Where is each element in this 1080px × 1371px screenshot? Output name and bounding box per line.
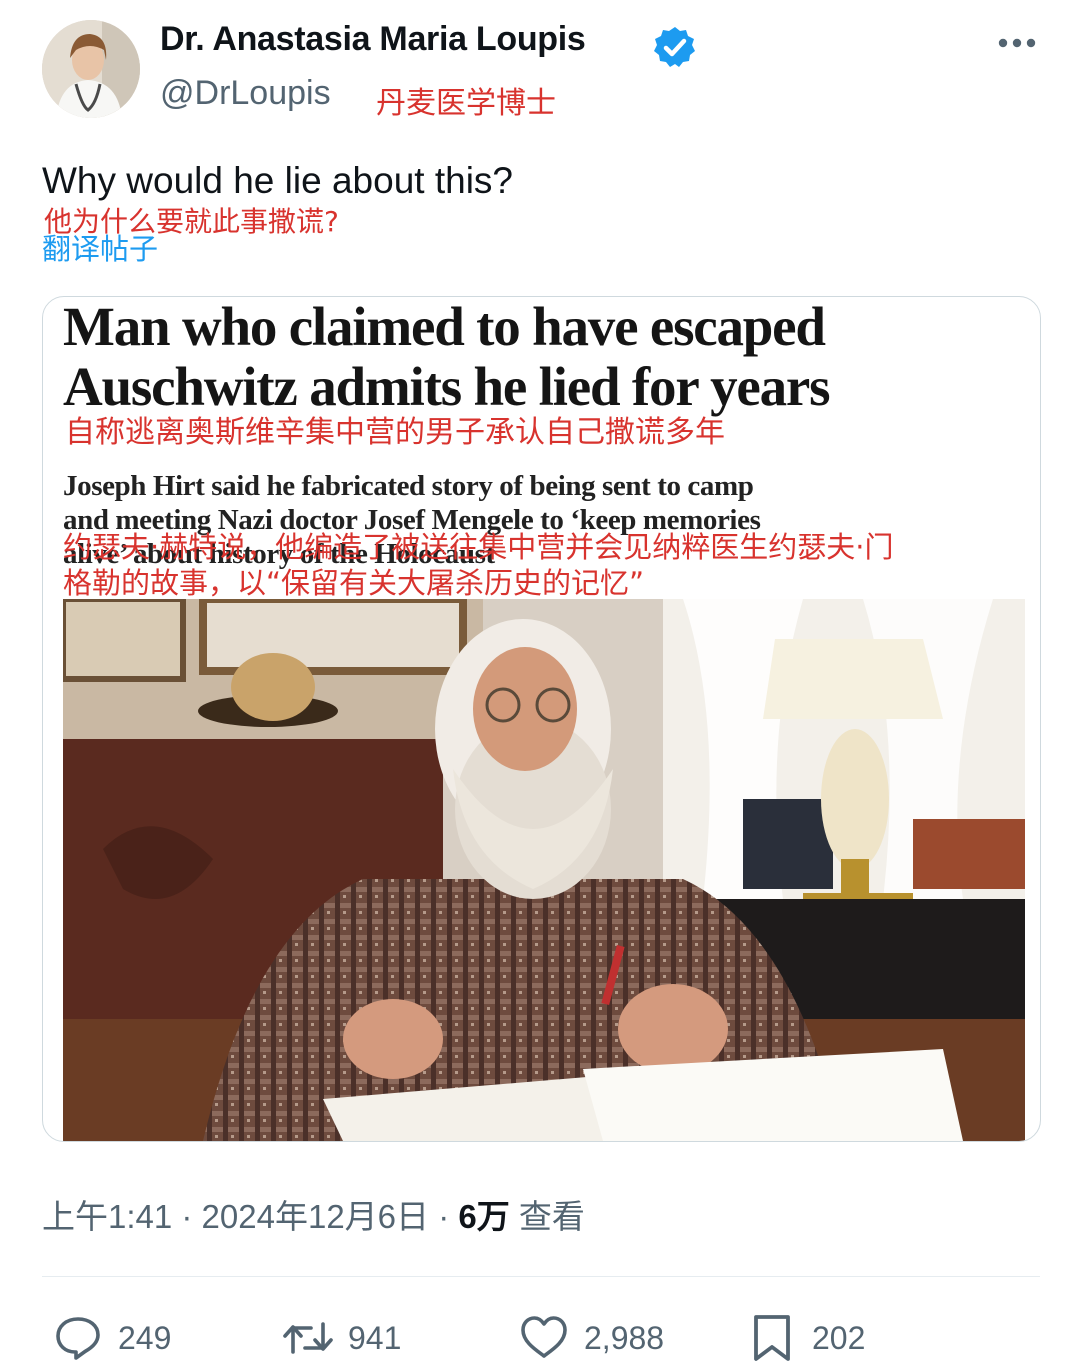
- media-headline-translation: 自称逃离奥斯维辛集中营的男子承认自己撒谎多年: [65, 415, 725, 450]
- media-standfirst-translation-line1: 约瑟夫·赫特说，他编造了被送往集中营并会见纳粹医生约瑟夫·门: [63, 530, 894, 564]
- verified-badge-icon: [654, 27, 695, 67]
- reply-button[interactable]: 249: [52, 1312, 171, 1364]
- avatar[interactable]: [42, 20, 140, 118]
- more-icon[interactable]: [996, 32, 1038, 54]
- repost-count: 941: [348, 1319, 402, 1356]
- media-headline: Man who claimed to have escaped Auschwit…: [63, 296, 831, 417]
- reply-icon: [56, 1317, 100, 1360]
- tweet-timestamp[interactable]: 上午1:41 · 2024年12月6日 · 6万 查看: [42, 1190, 585, 1238]
- reply-count: 249: [118, 1319, 172, 1356]
- tweet-text: Why would he lie about this?: [42, 160, 513, 201]
- media-headline-line1: Man who claimed to have escaped: [63, 296, 826, 357]
- media-card[interactable]: Man who claimed to have escaped Auschwit…: [42, 296, 1041, 1142]
- author-handle[interactable]: @DrLoupis: [160, 74, 331, 113]
- bookmark-button[interactable]: 202: [746, 1312, 865, 1364]
- media-photo: [63, 599, 1025, 1141]
- author-name[interactable]: Dr. Anastasia Maria Loupis: [160, 20, 586, 59]
- views-label: 查看: [509, 1198, 585, 1235]
- like-count: 2,988: [584, 1319, 665, 1356]
- divider: [42, 1276, 1040, 1277]
- avatar-image: [42, 20, 140, 118]
- like-icon: [521, 1316, 567, 1358]
- media-standfirst-line1: Joseph Hirt said he fabricated story of …: [63, 470, 754, 502]
- views-count: 6万: [458, 1198, 510, 1235]
- repost-button[interactable]: 941: [282, 1312, 401, 1364]
- bookmark-icon: [754, 1315, 790, 1361]
- repost-icon: [283, 1322, 333, 1354]
- author-handle-translation: 丹麦医学博士: [376, 86, 556, 121]
- media-standfirst-translation-line2: 格勒的故事，以“保留有关大屠杀历史的记忆”: [63, 566, 645, 600]
- like-button[interactable]: 2,988: [518, 1312, 664, 1364]
- media-standfirst-translation: 约瑟夫·赫特说，他编造了被送往集中营并会见纳粹医生约瑟夫·门 格勒的故事，以“保…: [63, 529, 893, 601]
- time-date[interactable]: 上午1:41 · 2024年12月6日 ·: [42, 1198, 458, 1235]
- translate-post-link[interactable]: 翻译帖子: [42, 226, 158, 268]
- bookmark-count: 202: [812, 1319, 866, 1356]
